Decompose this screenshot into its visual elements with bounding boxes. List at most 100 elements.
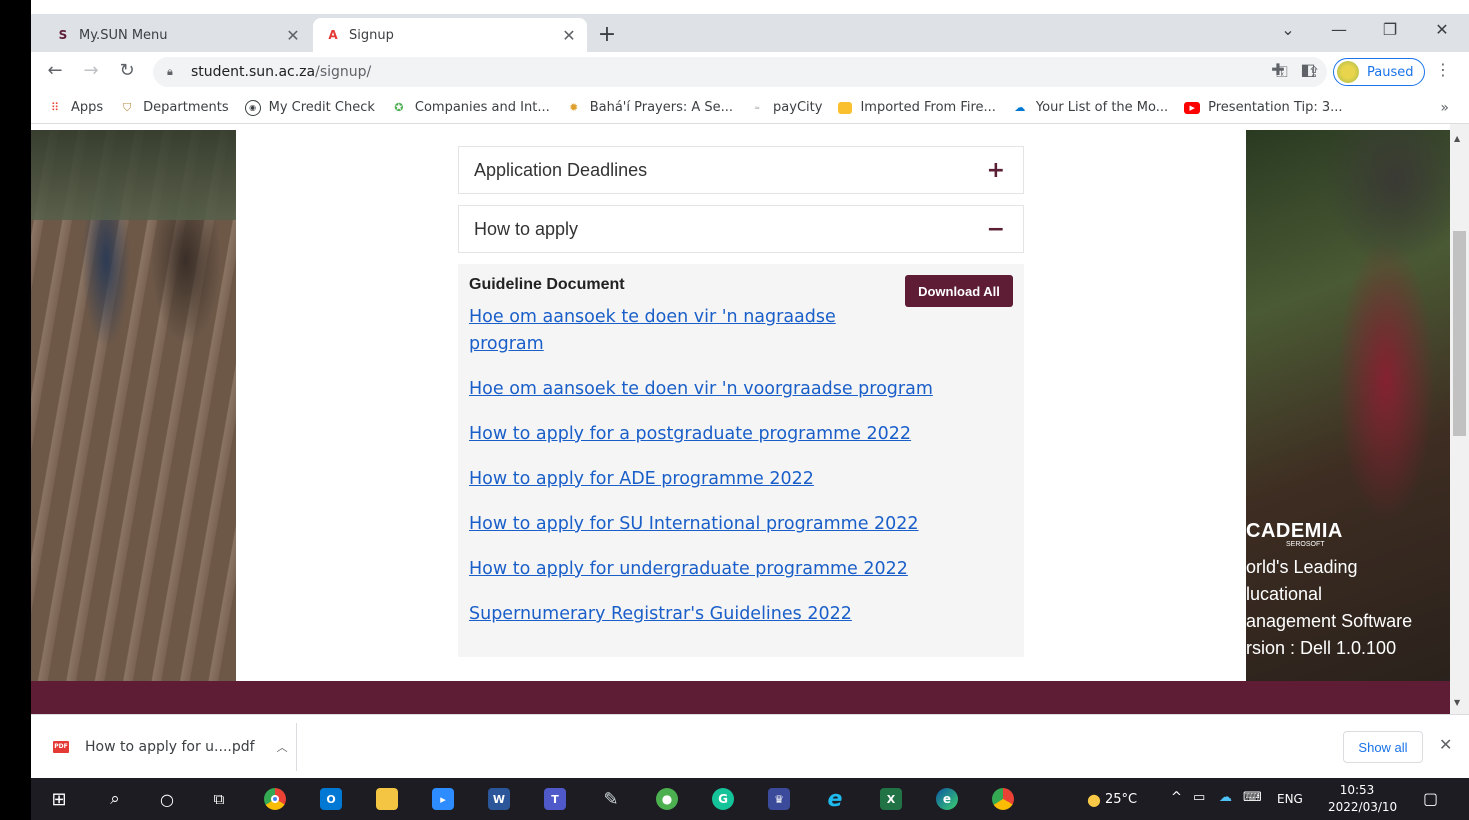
tab-signup[interactable]: A Signup ✕ — [313, 18, 587, 52]
chrome-icon[interactable] — [259, 784, 291, 814]
pen-app-icon[interactable]: ✎ — [595, 784, 627, 814]
new-tab-button[interactable]: + — [593, 22, 621, 50]
accordion-panel: Guideline Document Download All Hoe om a… — [458, 264, 1024, 657]
chrome-profile-icon[interactable] — [987, 784, 1019, 814]
guide-link[interactable]: Hoe om aansoek te doen vir 'n voorgraads… — [469, 376, 949, 403]
guide-link[interactable]: How to apply for ADE programme 2022 — [469, 466, 949, 493]
guide-link[interactable]: Hoe om aansoek te doen vir 'n nagraadse … — [469, 304, 869, 358]
credit-icon: ◉ — [244, 99, 261, 116]
onedrive-icon[interactable]: ☁ — [1219, 790, 1232, 805]
bookmark-companies[interactable]: ✪ Companies and Int... — [391, 100, 549, 116]
network-icon[interactable]: ▭ — [1193, 790, 1205, 805]
sun-favicon-icon: S — [58, 28, 68, 42]
weather-icon[interactable]: ● — [1087, 790, 1101, 809]
footer-band — [31, 681, 1450, 714]
minimize-icon[interactable]: — — [1324, 20, 1354, 39]
url-host: student.sun.ac.za — [191, 64, 316, 80]
grammarly-icon[interactable]: G — [707, 784, 739, 814]
crest-app-icon[interactable]: ♛ — [763, 784, 795, 814]
scroll-down-icon[interactable]: ▼ — [1454, 698, 1460, 707]
ad-brand: CADEMIA — [1246, 520, 1343, 542]
excel-icon[interactable]: X — [875, 784, 907, 814]
temperature[interactable]: 25°C — [1105, 792, 1137, 807]
accordion-how-to-apply[interactable]: How to apply − — [458, 205, 1024, 253]
download-bar: PDF How to apply for u....pdf ︿ Show all… — [31, 714, 1469, 778]
keyboard-icon[interactable]: ⌨ — [1243, 790, 1262, 805]
ad-text: CADEMIA SEROSOFT orld's Leading lucation… — [1246, 520, 1412, 662]
green-app-icon[interactable]: ● — [651, 784, 683, 814]
bookmark-label: Your List of the Mo... — [1035, 100, 1169, 115]
bookmark-your-list[interactable]: ☁ Your List of the Mo... — [1012, 100, 1168, 116]
scrollbar[interactable]: ▲ ▼ — [1450, 124, 1469, 714]
tab-search-icon[interactable]: ⌄ — [1273, 20, 1303, 39]
scroll-up-icon[interactable]: ▲ — [1454, 134, 1460, 143]
back-icon[interactable]: ← — [43, 60, 67, 84]
expand-plus-icon[interactable]: + — [987, 158, 1005, 183]
file-explorer-icon[interactable] — [371, 784, 403, 814]
guide-link[interactable]: Supernumerary Registrar's Guidelines 202… — [469, 601, 949, 628]
chevron-up-icon[interactable]: ︿ — [277, 739, 288, 755]
notifications-icon[interactable]: ▢ — [1423, 789, 1438, 808]
close-window-icon[interactable]: ✕ — [1427, 20, 1457, 39]
reload-icon[interactable]: ↻ — [115, 60, 139, 84]
bookmark-apps[interactable]: ⠿ Apps — [47, 100, 103, 116]
windows-start-icon[interactable]: ⊞ — [43, 784, 75, 814]
page-viewport: CADEMIA SEROSOFT orld's Leading lucation… — [31, 124, 1450, 714]
close-download-bar-icon[interactable]: ✕ — [1439, 735, 1452, 754]
download-all-button[interactable]: Download All — [905, 275, 1013, 307]
bookmark-paycity[interactable]: ≈ payCity — [749, 100, 822, 116]
bicycle-ad-photo: CADEMIA SEROSOFT orld's Leading lucation… — [1246, 130, 1450, 681]
browser-toolbar: ← → ↻ 🔒︎ student.sun.ac.za/signup/ ⚿ ⇪ ☆… — [31, 52, 1469, 92]
bookmark-credit-check[interactable]: ◉ My Credit Check — [244, 99, 375, 116]
bookmark-presentation-tip[interactable]: ▶ Presentation Tip: 3... — [1184, 100, 1343, 115]
bookmark-departments[interactable]: ⛉ Departments — [119, 100, 229, 116]
accordion-application-deadlines[interactable]: Application Deadlines + — [458, 146, 1024, 194]
more-bookmarks-icon[interactable]: » — [1440, 100, 1449, 116]
avatar — [1337, 61, 1359, 83]
guide-link[interactable]: How to apply for SU International progra… — [469, 511, 949, 538]
bookmark-label: My Credit Check — [268, 100, 375, 115]
youtube-icon: ▶ — [1184, 101, 1201, 114]
extensions-icon[interactable]: ✚ — [1266, 60, 1290, 79]
cloud-icon: ☁ — [1014, 101, 1026, 114]
menu-icon[interactable]: ⋮ — [1431, 60, 1455, 79]
cortana-icon[interactable]: ○ — [151, 784, 183, 814]
clock-date: 2022/03/10 — [1328, 800, 1398, 814]
adobe-favicon-icon: A — [328, 28, 338, 42]
profile-button[interactable]: Paused — [1333, 58, 1425, 86]
task-view-icon[interactable]: ⧉ — [203, 784, 235, 814]
internet-explorer-icon[interactable]: e — [819, 784, 851, 814]
windows-taskbar: ⊞ ⌕ ○ ⧉ O ▸ W T ✎ ● G ♛ e X e ● 25°C ^ ▭… — [31, 778, 1469, 820]
word-icon[interactable]: W — [483, 784, 515, 814]
close-tab-icon[interactable]: ✕ — [283, 26, 303, 45]
download-item[interactable]: PDF How to apply for u....pdf ︿ — [31, 723, 297, 771]
tab-mysun[interactable]: S My.SUN Menu ✕ — [43, 18, 311, 52]
bookmark-bahai-prayers[interactable]: ✹ Bahá'í Prayers: A Se... — [566, 100, 733, 116]
collapse-minus-icon[interactable]: − — [987, 217, 1005, 242]
url-path: /signup/ — [315, 64, 372, 80]
outlook-icon[interactable]: O — [315, 784, 347, 814]
teams-icon[interactable]: T — [539, 784, 571, 814]
side-panel-icon[interactable]: ◧ — [1296, 60, 1320, 79]
guide-link[interactable]: How to apply for a postgraduate programm… — [469, 421, 949, 448]
close-tab-icon[interactable]: ✕ — [559, 26, 579, 45]
edge-icon[interactable]: e — [931, 784, 963, 814]
paycity-icon: ≈ — [754, 103, 760, 112]
guide-link[interactable]: How to apply for undergraduate programme… — [469, 556, 949, 583]
address-bar[interactable]: 🔒︎ student.sun.ac.za/signup/ ⚿ ⇪ ☆ — [153, 57, 1353, 87]
tab-title: My.SUN Menu — [79, 27, 168, 43]
language-indicator[interactable]: ENG — [1277, 792, 1303, 806]
restore-icon[interactable]: ❐ — [1375, 20, 1405, 39]
search-icon[interactable]: ⌕ — [99, 784, 131, 814]
folder-icon — [838, 101, 853, 114]
bookmark-label: Imported From Fire... — [860, 100, 996, 115]
forward-icon[interactable]: → — [79, 60, 103, 84]
show-all-button[interactable]: Show all — [1343, 731, 1423, 763]
tray-chevron-icon[interactable]: ^ — [1171, 790, 1182, 805]
accordion-title: How to apply — [474, 218, 579, 239]
lock-icon: 🔒︎ — [167, 65, 173, 78]
zoom-icon[interactable]: ▸ — [427, 784, 459, 814]
scroll-thumb[interactable] — [1453, 231, 1466, 436]
bookmark-imported[interactable]: Imported From Fire... — [838, 100, 996, 115]
clock[interactable]: 10:53 2022/03/10 — [1328, 782, 1398, 816]
